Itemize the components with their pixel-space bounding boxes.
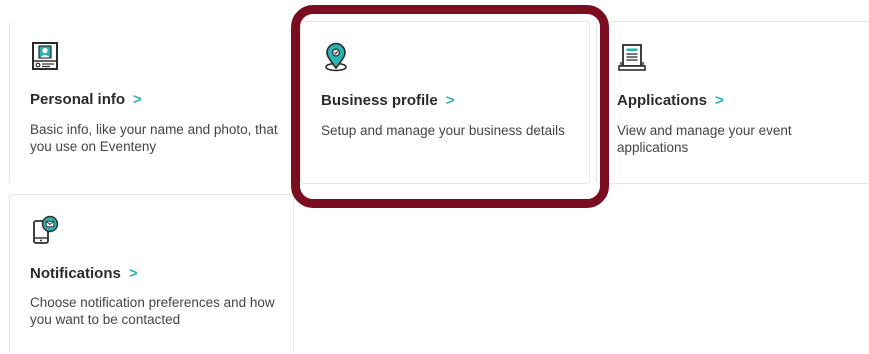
business-profile-title-text: Business profile: [321, 92, 438, 109]
business-profile-description: Setup and manage your business details: [321, 123, 565, 138]
notifications-title-text: Notifications: [30, 265, 121, 282]
personal-info-card[interactable]: Personal info > Basic info, like your na…: [9, 21, 294, 184]
chevron-right-icon: >: [445, 92, 455, 109]
location-pin-icon: [325, 42, 347, 72]
application-form-icon: [618, 44, 646, 71]
personal-info-title[interactable]: Personal info >: [30, 91, 142, 108]
notifications-description: Choose notification preferences and how …: [30, 295, 275, 327]
personal-info-description: Basic info, like your name and photo, th…: [30, 122, 278, 154]
chevron-right-icon: >: [128, 265, 138, 282]
applications-card[interactable]: Applications > View and manage your even…: [596, 21, 869, 184]
applications-title-text: Applications: [617, 92, 708, 109]
applications-title[interactable]: Applications >: [617, 92, 724, 109]
applications-description: View and manage your event applications: [617, 123, 792, 155]
personal-info-title-text: Personal info: [30, 91, 126, 108]
business-profile-card[interactable]: Business profile > Setup and manage your…: [300, 21, 590, 184]
notifications-card[interactable]: Notifications > Choose notification pref…: [9, 194, 294, 354]
id-card-icon: [32, 42, 58, 70]
phone-message-icon: [33, 215, 59, 244]
business-profile-title[interactable]: Business profile >: [321, 92, 454, 109]
chevron-right-icon: >: [715, 92, 724, 109]
chevron-right-icon: >: [133, 91, 142, 108]
notifications-title[interactable]: Notifications >: [30, 265, 138, 282]
